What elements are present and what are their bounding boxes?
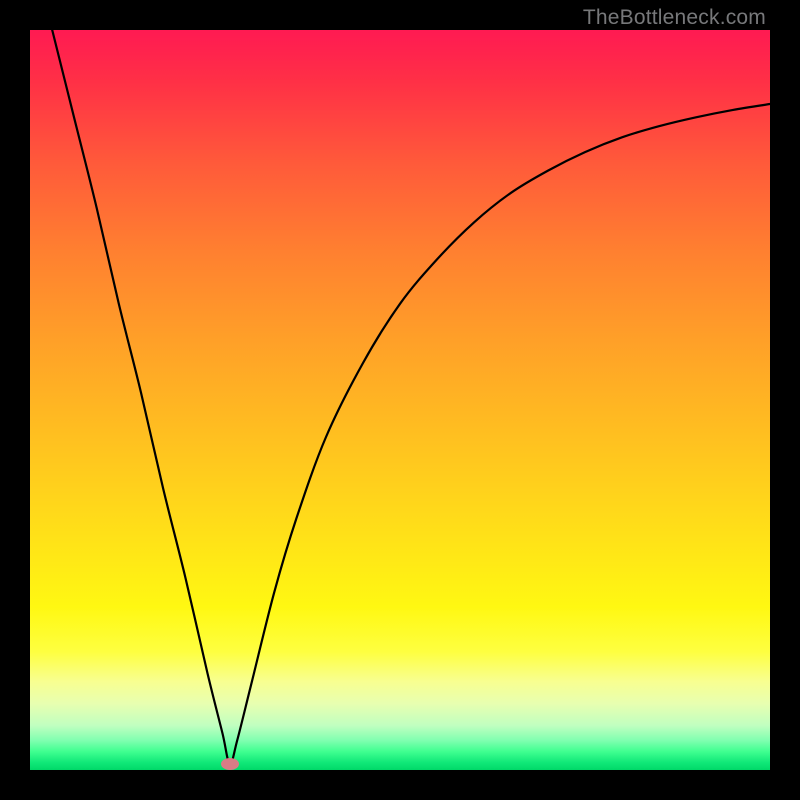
bottleneck-curve <box>52 30 770 764</box>
curve-svg <box>30 30 770 770</box>
plot-area <box>30 30 770 770</box>
chart-frame: TheBottleneck.com <box>0 0 800 800</box>
minimum-marker <box>221 758 239 770</box>
watermark-text: TheBottleneck.com <box>583 6 766 30</box>
